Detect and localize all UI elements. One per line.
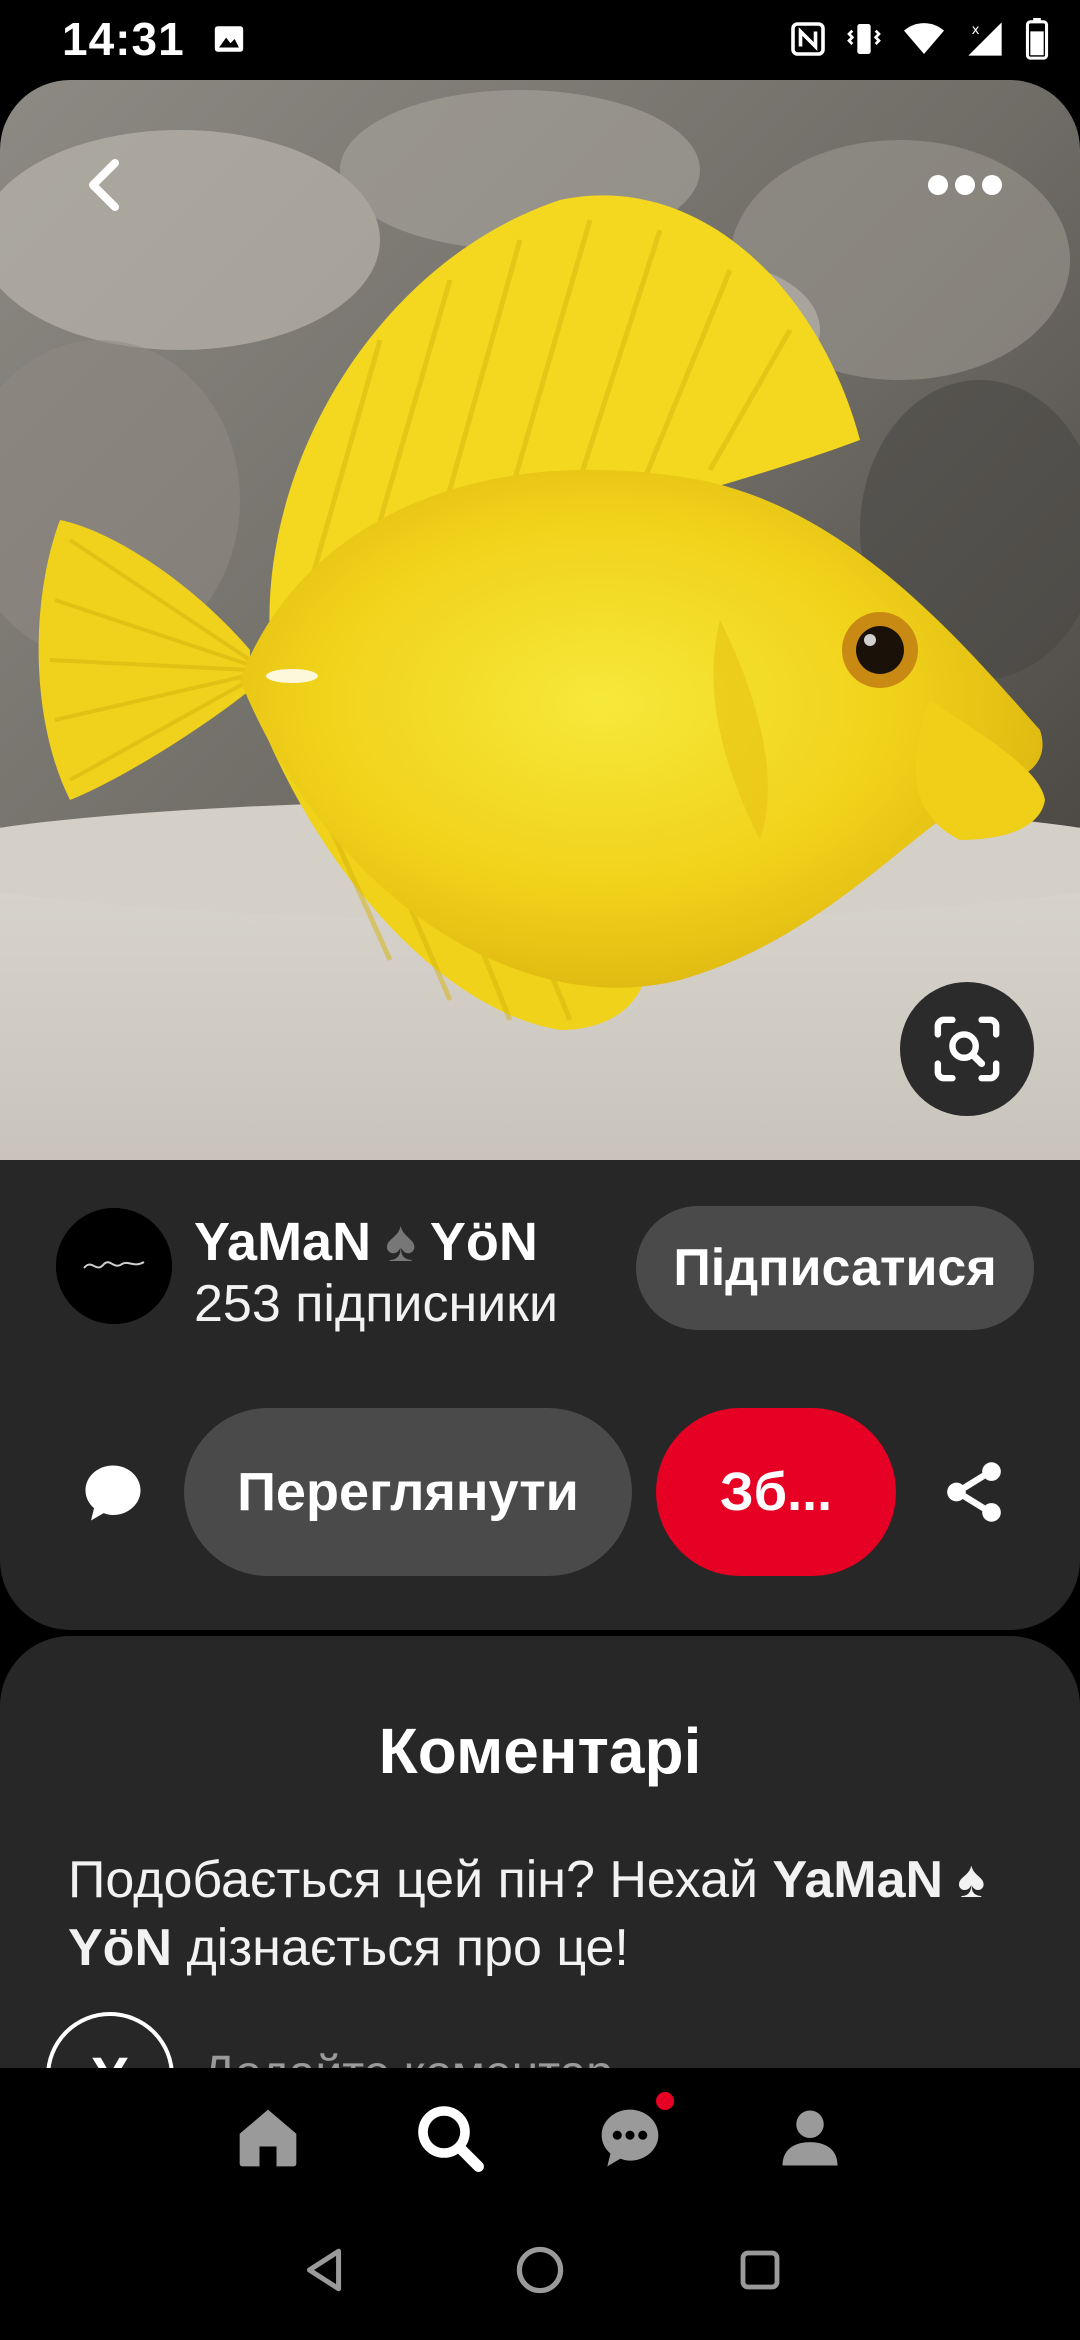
system-home-button[interactable] [510, 2240, 570, 2300]
comments-prompt-start: Подобається цей пін? Нехай [68, 1851, 773, 1909]
visual-search-icon [934, 1016, 1000, 1082]
share-icon [947, 1462, 1001, 1522]
search-icon [418, 2106, 484, 2172]
back-button[interactable] [70, 150, 140, 220]
nav-profile[interactable] [770, 2098, 850, 2178]
messages-icon [601, 2109, 659, 2167]
author-name-part2: YöN [429, 1211, 538, 1272]
system-back-button[interactable] [294, 2240, 354, 2300]
pin-image[interactable] [0, 80, 1080, 1160]
home-circle-icon [516, 2246, 564, 2294]
comments-prompt-end: дізнається про це! [172, 1919, 629, 1977]
more-options-button[interactable] [920, 160, 1010, 210]
svg-text:x: x [972, 23, 980, 38]
comment-button[interactable] [76, 1456, 150, 1530]
nav-home[interactable] [228, 2098, 308, 2178]
author-name-part1: YaMaN [194, 1211, 372, 1272]
notification-badge [656, 2092, 674, 2110]
fish-photo [0, 80, 1080, 1160]
home-icon [239, 2109, 297, 2167]
follower-count: 253 підписники [194, 1275, 559, 1333]
share-button[interactable] [936, 1454, 1012, 1530]
status-icons: x [790, 14, 1050, 64]
comment-icon [85, 1465, 141, 1521]
avatar-signature-image [56, 1208, 172, 1324]
status-bar: 14:31 x [0, 0, 1080, 80]
recents-square-icon [740, 2250, 780, 2290]
author-avatar[interactable] [56, 1208, 172, 1324]
follow-button[interactable]: Підписатися [636, 1206, 1034, 1330]
back-triangle-icon [306, 2248, 342, 2292]
system-recents-button[interactable] [730, 2240, 790, 2300]
spade-symbol: ♠ [385, 1209, 416, 1274]
signal-icon: x [968, 22, 1002, 56]
wifi-icon [904, 23, 944, 54]
author-name[interactable]: YaMaN ♠ YöN [194, 1208, 538, 1275]
nav-messages[interactable] [590, 2092, 674, 2178]
status-time: 14:31 [62, 13, 185, 65]
battery-icon [1025, 18, 1049, 60]
nav-search[interactable] [410, 2098, 490, 2178]
more-horizontal-icon [928, 175, 1002, 195]
save-button[interactable]: Зб... [656, 1408, 896, 1576]
bottom-navigation [0, 2068, 1080, 2212]
image-icon [214, 26, 244, 52]
comments-prompt: Подобається цей пін? Нехай YaMaN ♠ YöN д… [68, 1846, 1028, 1982]
chevron-left-icon [89, 159, 119, 211]
comments-title: Коментарі [378, 1715, 702, 1787]
visual-search-button[interactable] [900, 982, 1034, 1116]
view-button[interactable]: Переглянути [184, 1408, 632, 1576]
screen: 14:31 x YaMaN ♠ YöN 253 підписники Підпи… [0, 0, 1080, 2340]
nfc-icon [791, 22, 825, 56]
vibrate-icon [847, 24, 881, 54]
profile-icon [782, 2110, 838, 2166]
